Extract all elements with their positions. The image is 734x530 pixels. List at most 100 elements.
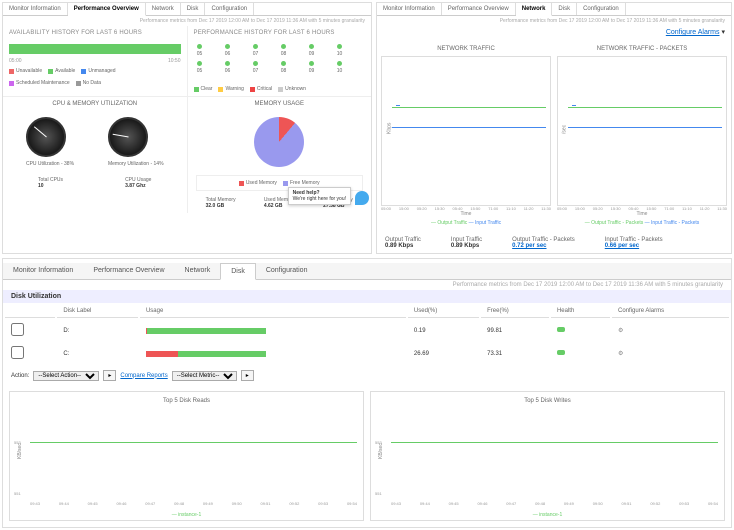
perf-hour: 05 [194, 61, 206, 74]
table-row: D: 0.1999.81 ⚙ [5, 320, 729, 341]
usage-bar [146, 328, 266, 334]
select-metric[interactable]: --Select Metric-- [172, 371, 237, 381]
tab-monitor-information[interactable]: Monitor Information [3, 263, 83, 279]
cpu-mem-title: CPU & MEMORY UTILIZATION [3, 97, 187, 111]
tab-disk[interactable]: Disk [552, 3, 577, 15]
tab-disk[interactable]: Disk [220, 263, 256, 280]
row-checkbox[interactable] [11, 346, 24, 359]
tab-monitor-information[interactable]: Monitor Information [3, 3, 68, 15]
disk-column [5, 305, 55, 318]
legend-item: Warning [218, 86, 243, 92]
legend-item: Used Memory [239, 180, 277, 186]
cpu-gauge [26, 117, 66, 157]
health-indicator [557, 327, 565, 332]
free-pct: 73.31 [481, 343, 549, 364]
tabs-disk: Monitor InformationPerformance OverviewN… [3, 263, 731, 280]
help-tooltip: Need help?We're right here for you! [288, 187, 351, 205]
net-stat: Input Traffic0.89 Kbps [451, 237, 482, 249]
usage-bar [146, 351, 266, 357]
perf-hour: 06 [222, 61, 234, 74]
disk-column: Usage [140, 305, 406, 318]
table-row: C:26.6973.31⚙ [5, 343, 729, 364]
perf-hour: 07 [250, 44, 262, 57]
go-button[interactable]: ▸ [103, 370, 116, 381]
net-meta: Performance metrics from Dec 17 2019 12:… [377, 16, 731, 26]
total-cpus: Total CPUs10 [38, 177, 63, 189]
net-stat: Output Traffic0.89 Kbps [385, 237, 421, 249]
health-indicator [557, 350, 565, 355]
perf-calendar: 050607080910 050607080910 [188, 40, 372, 82]
net-chart: Kbps [381, 56, 551, 206]
disk-label: D: [57, 320, 138, 341]
meta-text: Performance metrics from Dec 17 2019 12:… [3, 16, 371, 26]
tab-network[interactable]: Network [175, 263, 221, 279]
legend-item: Available [48, 68, 75, 74]
net-stat[interactable]: Input Traffic - Packets0.66 per sec [605, 237, 663, 249]
perf-hour: 07 [250, 61, 262, 74]
legend-item: Scheduled Maintenance [9, 80, 70, 86]
tab-performance-overview[interactable]: Performance Overview [83, 263, 174, 279]
legend-item: No Data [76, 80, 101, 86]
net-legend: — Output Traffic - Packets — Input Traff… [557, 217, 727, 229]
gear-icon[interactable]: ⚙ [618, 351, 623, 357]
legend-item: Critical [250, 86, 272, 92]
perf-history-title: PERFORMANCE HISTORY FOR LAST 6 HOURS [188, 26, 372, 40]
mem-gauge-label: Memory Utilization - 14% [108, 161, 164, 167]
disk-column: Used(%) [408, 305, 479, 318]
tab-configuration[interactable]: Configuration [205, 3, 254, 15]
mem-usage-title: MEMORY USAGE [188, 97, 372, 111]
legend-item: Unknown [278, 86, 306, 92]
net-chart-title: NETWORK TRAFFIC [381, 42, 551, 56]
tabs-network: Monitor InformationPerformance OverviewN… [377, 3, 731, 16]
tab-performance-overview[interactable]: Performance Overview [442, 3, 516, 15]
availability-title: AVAILABILITY HISTORY FOR LAST 6 HOURS [3, 26, 187, 40]
go-metric-button[interactable]: ▸ [241, 370, 254, 381]
perf-hour: 06 [222, 44, 234, 57]
perf-hour: 08 [278, 61, 290, 74]
net-stat[interactable]: Output Traffic - Packets0.72 per sec [512, 237, 575, 249]
net-chart: /sec [557, 56, 727, 206]
disk-chart: Top 5 Disk WritesKB/sec55355109:4309:440… [370, 391, 725, 521]
cpu-gauge-label: CPU Utilization - 38% [26, 161, 74, 167]
legend-item: Unmanaged [81, 68, 115, 74]
mem-gauge [108, 117, 148, 157]
memory-pie [254, 117, 304, 167]
legend-item: Clear [194, 86, 213, 92]
perf-hour: 09 [306, 44, 318, 57]
perf-legend: Clear Warning Critical Unknown [188, 82, 372, 96]
dropdown-icon[interactable]: ▾ [721, 29, 725, 36]
select-action[interactable]: --Select Action-- [33, 371, 99, 381]
compare-reports-link[interactable]: Compare Reports [120, 373, 167, 379]
chat-icon[interactable] [355, 191, 369, 205]
tab-network[interactable]: Network [516, 3, 553, 16]
disk-column: Disk Label [57, 305, 138, 318]
perf-hour: 08 [278, 44, 290, 57]
perf-hour: 10 [334, 44, 346, 57]
tab-disk[interactable]: Disk [181, 3, 206, 15]
gear-icon[interactable]: ⚙ [618, 328, 623, 334]
disk-column: Configure Alarms [612, 305, 729, 318]
net-chart-title: NETWORK TRAFFIC - PACKETS [557, 42, 727, 56]
perf-hour: 09 [306, 61, 318, 74]
tab-network[interactable]: Network [146, 3, 181, 15]
used-pct: 0.19 [408, 320, 479, 341]
perf-hour: 10 [334, 61, 346, 74]
disk-chart: Top 5 Disk ReadsKB/sec55355109:4309:4409… [9, 391, 364, 521]
disk-meta: Performance metrics from Dec 17 2019 12:… [3, 280, 731, 290]
availability-legend: Unavailable Available Unmanaged Scheduled M… [3, 64, 187, 90]
cpu-usage: CPU Usage3.87 Ghz [125, 177, 151, 189]
action-label: Action: [11, 373, 29, 379]
configure-alarms-link[interactable]: Configure Alarms [666, 29, 720, 36]
disk-section-header: Disk Utilization [3, 290, 731, 303]
tab-monitor-information[interactable]: Monitor Information [377, 3, 442, 15]
net-legend: — Output Traffic — Input Traffic [381, 217, 551, 229]
free-pct: 99.81 [481, 320, 549, 341]
legend-item: Unavailable [9, 68, 42, 74]
disk-column: Health [551, 305, 610, 318]
row-checkbox[interactable] [11, 323, 24, 336]
legend-item: Free Memory [283, 180, 320, 186]
tab-performance-overview[interactable]: Performance Overview [68, 3, 146, 16]
tab-configuration[interactable]: Configuration [256, 263, 318, 279]
tab-configuration[interactable]: Configuration [577, 3, 626, 15]
used-pct: 26.69 [408, 343, 479, 364]
